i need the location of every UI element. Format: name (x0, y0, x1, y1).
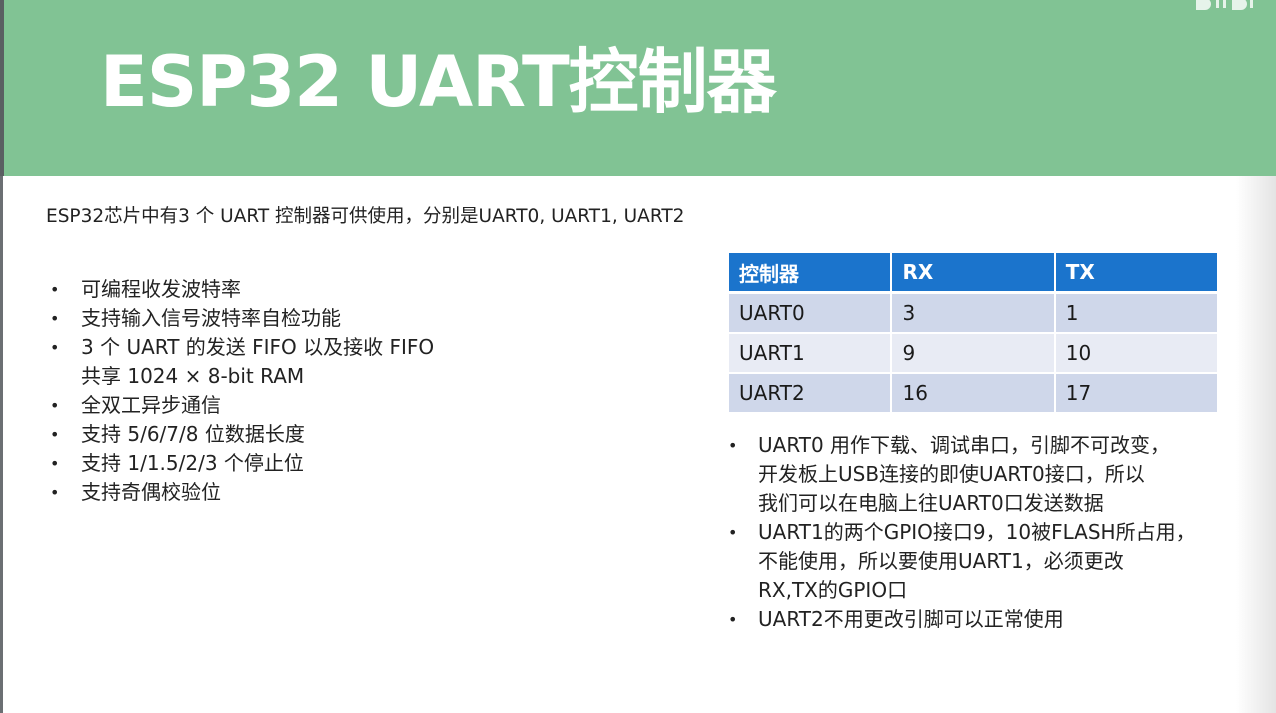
title-bar: ESP32 UART控制器 (0, 0, 1276, 176)
bullet-icon: • (50, 396, 60, 415)
list-item: • 支持 5/6/7/8 位数据长度 (46, 420, 516, 449)
feature-text: 支持 5/6/7/8 位数据长度 (81, 422, 305, 446)
list-item: • 可编程收发波特率 (46, 275, 516, 304)
table-cell: 16 (892, 374, 1056, 414)
table-cell: UART1 (729, 334, 893, 374)
list-item: • UART1的两个GPIO接口9，10被FLASH所占用， 不能使用，所以要使用… (724, 518, 1234, 605)
table-cell: UART0 (729, 294, 893, 334)
list-item: • 支持输入信号波特率自检功能 (46, 304, 516, 333)
table-cell: UART2 (729, 374, 893, 414)
notes-list: • UART0 用作下载、调试串口，引脚不可改变， 开发板上USB连接的即使UAR… (724, 431, 1234, 634)
intro-text: ESP32芯片中有3 个 UART 控制器可供使用，分别是UART0, UART… (46, 206, 685, 227)
bullet-icon: • (50, 483, 60, 502)
note-text: UART1的两个GPIO接口9，10被FLASH所占用， 不能使用，所以要使用U… (758, 520, 1196, 602)
table-cell: 3 (892, 294, 1056, 334)
list-item: • 支持奇偶校验位 (46, 478, 516, 507)
bilibili-logo-icon (1196, 0, 1253, 10)
left-edge-border (0, 176, 3, 713)
bullet-icon: • (50, 425, 60, 444)
table-header-cell: 控制器 (729, 253, 893, 294)
list-item: • 3 个 UART 的发送 FIFO 以及接收 FIFO 共享 1024 × 8… (46, 333, 516, 391)
feature-text: 全双工异步通信 (81, 393, 221, 417)
feature-text: 可编程收发波特率 (81, 277, 241, 301)
table-row: UART2 16 17 (729, 374, 1217, 414)
bilibili-watermark (1136, 0, 1256, 10)
table-header-cell: TX (1055, 253, 1217, 294)
list-item: • UART2不用更改引脚可以正常使用 (724, 605, 1234, 634)
note-text: UART2不用更改引脚可以正常使用 (758, 607, 1064, 631)
list-item: • 全双工异步通信 (46, 391, 516, 420)
feature-text: 支持 1/1.5/2/3 个停止位 (81, 451, 304, 475)
bullet-icon: • (728, 436, 738, 455)
list-item: • 支持 1/1.5/2/3 个停止位 (46, 449, 516, 478)
table-row: UART0 3 1 (729, 294, 1217, 334)
right-edge-shadow (1236, 176, 1276, 713)
bullet-icon: • (50, 280, 60, 299)
uart-pin-table: 控制器 RX TX UART0 3 1 UART1 9 10 UART2 16 … (729, 253, 1217, 414)
feature-text: 支持输入信号波特率自检功能 (81, 306, 341, 330)
feature-text: 支持奇偶校验位 (81, 480, 221, 504)
bullet-icon: • (728, 610, 738, 629)
table-row: UART1 9 10 (729, 334, 1217, 374)
feature-list: • 可编程收发波特率 • 支持输入信号波特率自检功能 • 3 个 UART 的发送 F… (46, 275, 516, 507)
bullet-icon: • (50, 454, 60, 473)
table-cell: 1 (1055, 294, 1217, 334)
table-header-cell: RX (892, 253, 1056, 294)
note-text: UART0 用作下载、调试串口，引脚不可改变， 开发板上USB连接的即使UART… (758, 433, 1171, 515)
feature-text: 3 个 UART 的发送 FIFO 以及接收 FIFO 共享 1024 × 8-… (81, 335, 435, 388)
table-header-row: 控制器 RX TX (729, 253, 1217, 294)
bullet-icon: • (50, 338, 60, 357)
slide: ESP32 UART控制器 ESP32芯片中有3 个 UART 控制器可供使用，… (0, 0, 1276, 713)
table-cell: 9 (892, 334, 1056, 374)
table-cell: 17 (1055, 374, 1217, 414)
bullet-icon: • (50, 309, 60, 328)
list-item: • UART0 用作下载、调试串口，引脚不可改变， 开发板上USB连接的即使UAR… (724, 431, 1234, 518)
table-cell: 10 (1055, 334, 1217, 374)
slide-title: ESP32 UART控制器 (100, 41, 777, 123)
bullet-icon: • (728, 523, 738, 542)
